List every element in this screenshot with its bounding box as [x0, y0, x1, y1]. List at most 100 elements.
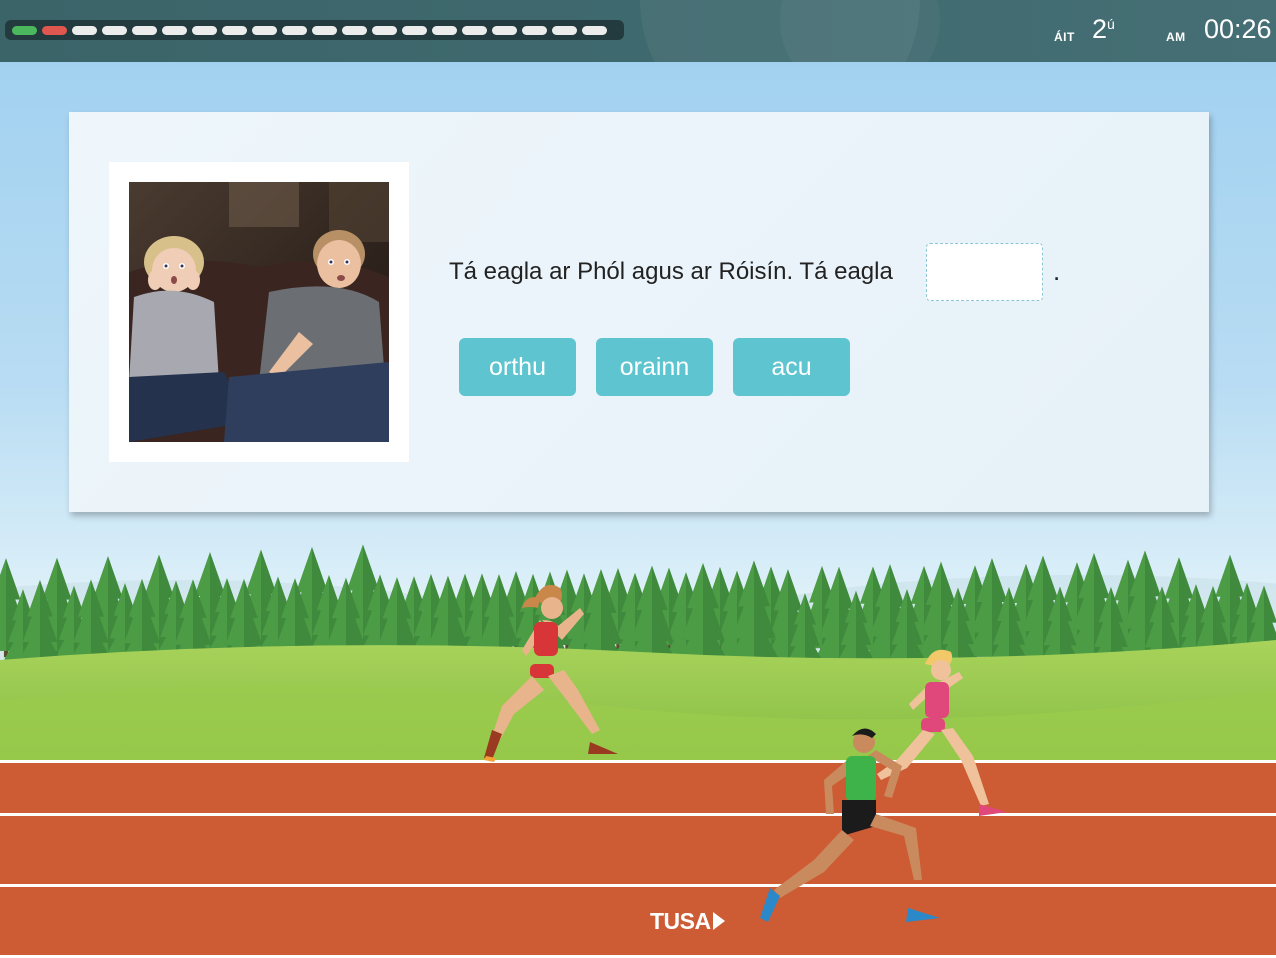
question-progress-bar: [5, 20, 624, 40]
runner-pink: [877, 649, 1007, 816]
question-text: Tá eagla ar Phól agus ar Róisín. Tá eagl…: [449, 258, 893, 285]
pine-tree: [938, 587, 978, 668]
pine-tree: [133, 554, 185, 659]
time-label: AM: [1166, 30, 1186, 44]
progress-segment-pending: [132, 25, 157, 35]
question-photo: [129, 182, 389, 442]
pine-tree: [625, 565, 679, 673]
pine-tree: [307, 575, 351, 660]
photo-frame: [109, 162, 409, 462]
progress-segment-pending: [312, 25, 337, 35]
pine-tree: [1103, 559, 1153, 658]
answer-option-acu[interactable]: acu: [733, 338, 850, 396]
pine-tree: [445, 573, 485, 651]
pine-tree: [31, 557, 83, 659]
position-value: 2ú: [1092, 14, 1115, 44]
pine-tree: [409, 573, 453, 662]
pine-tree: [648, 567, 690, 651]
progress-segment-pending: [72, 25, 97, 35]
pine-tree: [951, 565, 999, 658]
topbar-decoration: [780, 0, 940, 62]
running-track: [0, 760, 1276, 958]
pine-tree: [800, 565, 844, 654]
pine-tree: [901, 565, 947, 657]
pine-tree: [68, 579, 114, 669]
pine-tree: [1191, 585, 1235, 674]
progress-segment-pending: [582, 25, 607, 35]
pine-tree: [965, 558, 1019, 664]
pine-tree: [1089, 587, 1133, 672]
distant-hill: [0, 580, 540, 700]
pine-tree: [662, 572, 710, 668]
pine-tree: [749, 566, 793, 653]
answer-drop-slot[interactable]: [926, 243, 1043, 301]
distant-hill: [700, 575, 1276, 695]
lane-line: [0, 760, 1276, 763]
question-card: Tá eagla ar Phól agus ar Róisín. Tá eagl…: [69, 112, 1209, 512]
progress-segment-wrong: [42, 25, 67, 35]
progress-segment-pending: [522, 25, 547, 35]
pine-tree: [698, 567, 742, 652]
scared-children-image: [129, 182, 389, 442]
lane-line: [0, 884, 1276, 887]
pine-tree: [4, 589, 42, 665]
pine-tree: [220, 578, 268, 673]
pine-tree: [786, 593, 824, 669]
pine-tree: [915, 561, 967, 666]
pine-tree: [234, 549, 288, 657]
progress-segment-pending: [102, 25, 127, 35]
pine-tree: [0, 558, 31, 658]
question-end-punctuation: .: [1053, 256, 1061, 286]
pine-tree: [1227, 582, 1267, 660]
pine-tree: [675, 563, 731, 672]
pine-tree: [850, 566, 896, 656]
pine-tree: [284, 547, 340, 656]
pine-tree: [597, 568, 639, 650]
pine-tree: [547, 569, 587, 650]
pine-tree: [813, 566, 865, 668]
pine-tree: [335, 544, 391, 655]
pine-tree: [119, 578, 165, 670]
pine-tree: [105, 583, 145, 662]
progress-segment-pending: [552, 25, 577, 35]
answer-option-orainn[interactable]: orainn: [596, 338, 713, 396]
pine-tree: [560, 573, 608, 666]
pine-tree: [372, 577, 422, 677]
answer-option-orthu[interactable]: orthu: [459, 338, 576, 396]
progress-segment-pending: [222, 25, 247, 35]
grass-field: [0, 686, 1276, 760]
pine-tree: [473, 574, 525, 677]
top-bar: ÁIT 2ú AM 00:26: [0, 0, 1276, 62]
pine-tree: [1154, 557, 1204, 657]
pine-tree: [496, 571, 536, 650]
pine-tree: [395, 576, 433, 652]
pine-tree: [358, 574, 402, 661]
pine-tree: [1039, 586, 1081, 670]
pine-tree: [271, 578, 319, 674]
pine-tree: [169, 579, 217, 672]
pine-tree: [524, 571, 576, 676]
progress-segment-pending: [372, 25, 397, 35]
pine-tree: [763, 569, 813, 669]
progress-segment-pending: [342, 25, 367, 35]
pine-tree: [257, 576, 299, 660]
runner-green-player: [760, 728, 940, 922]
pine-tree: [183, 552, 237, 658]
pine-tree: [422, 575, 474, 677]
progress-segment-pending: [252, 25, 277, 35]
progress-segment-pending: [492, 25, 517, 35]
progress-segment-pending: [462, 25, 487, 35]
pine-tree: [1177, 584, 1215, 660]
pine-tree: [1016, 555, 1070, 663]
pine-tree: [574, 569, 628, 675]
pine-tree: [611, 572, 659, 667]
pine-tree: [206, 578, 248, 660]
progress-segment-correct: [12, 25, 37, 35]
pine-tree: [1053, 562, 1101, 658]
lane-line: [0, 813, 1276, 816]
progress-segment-pending: [192, 25, 217, 35]
pine-tree: [1117, 550, 1173, 661]
pine-tree: [1140, 586, 1184, 673]
runner-red: [484, 584, 618, 762]
pine-tree: [1066, 553, 1122, 662]
